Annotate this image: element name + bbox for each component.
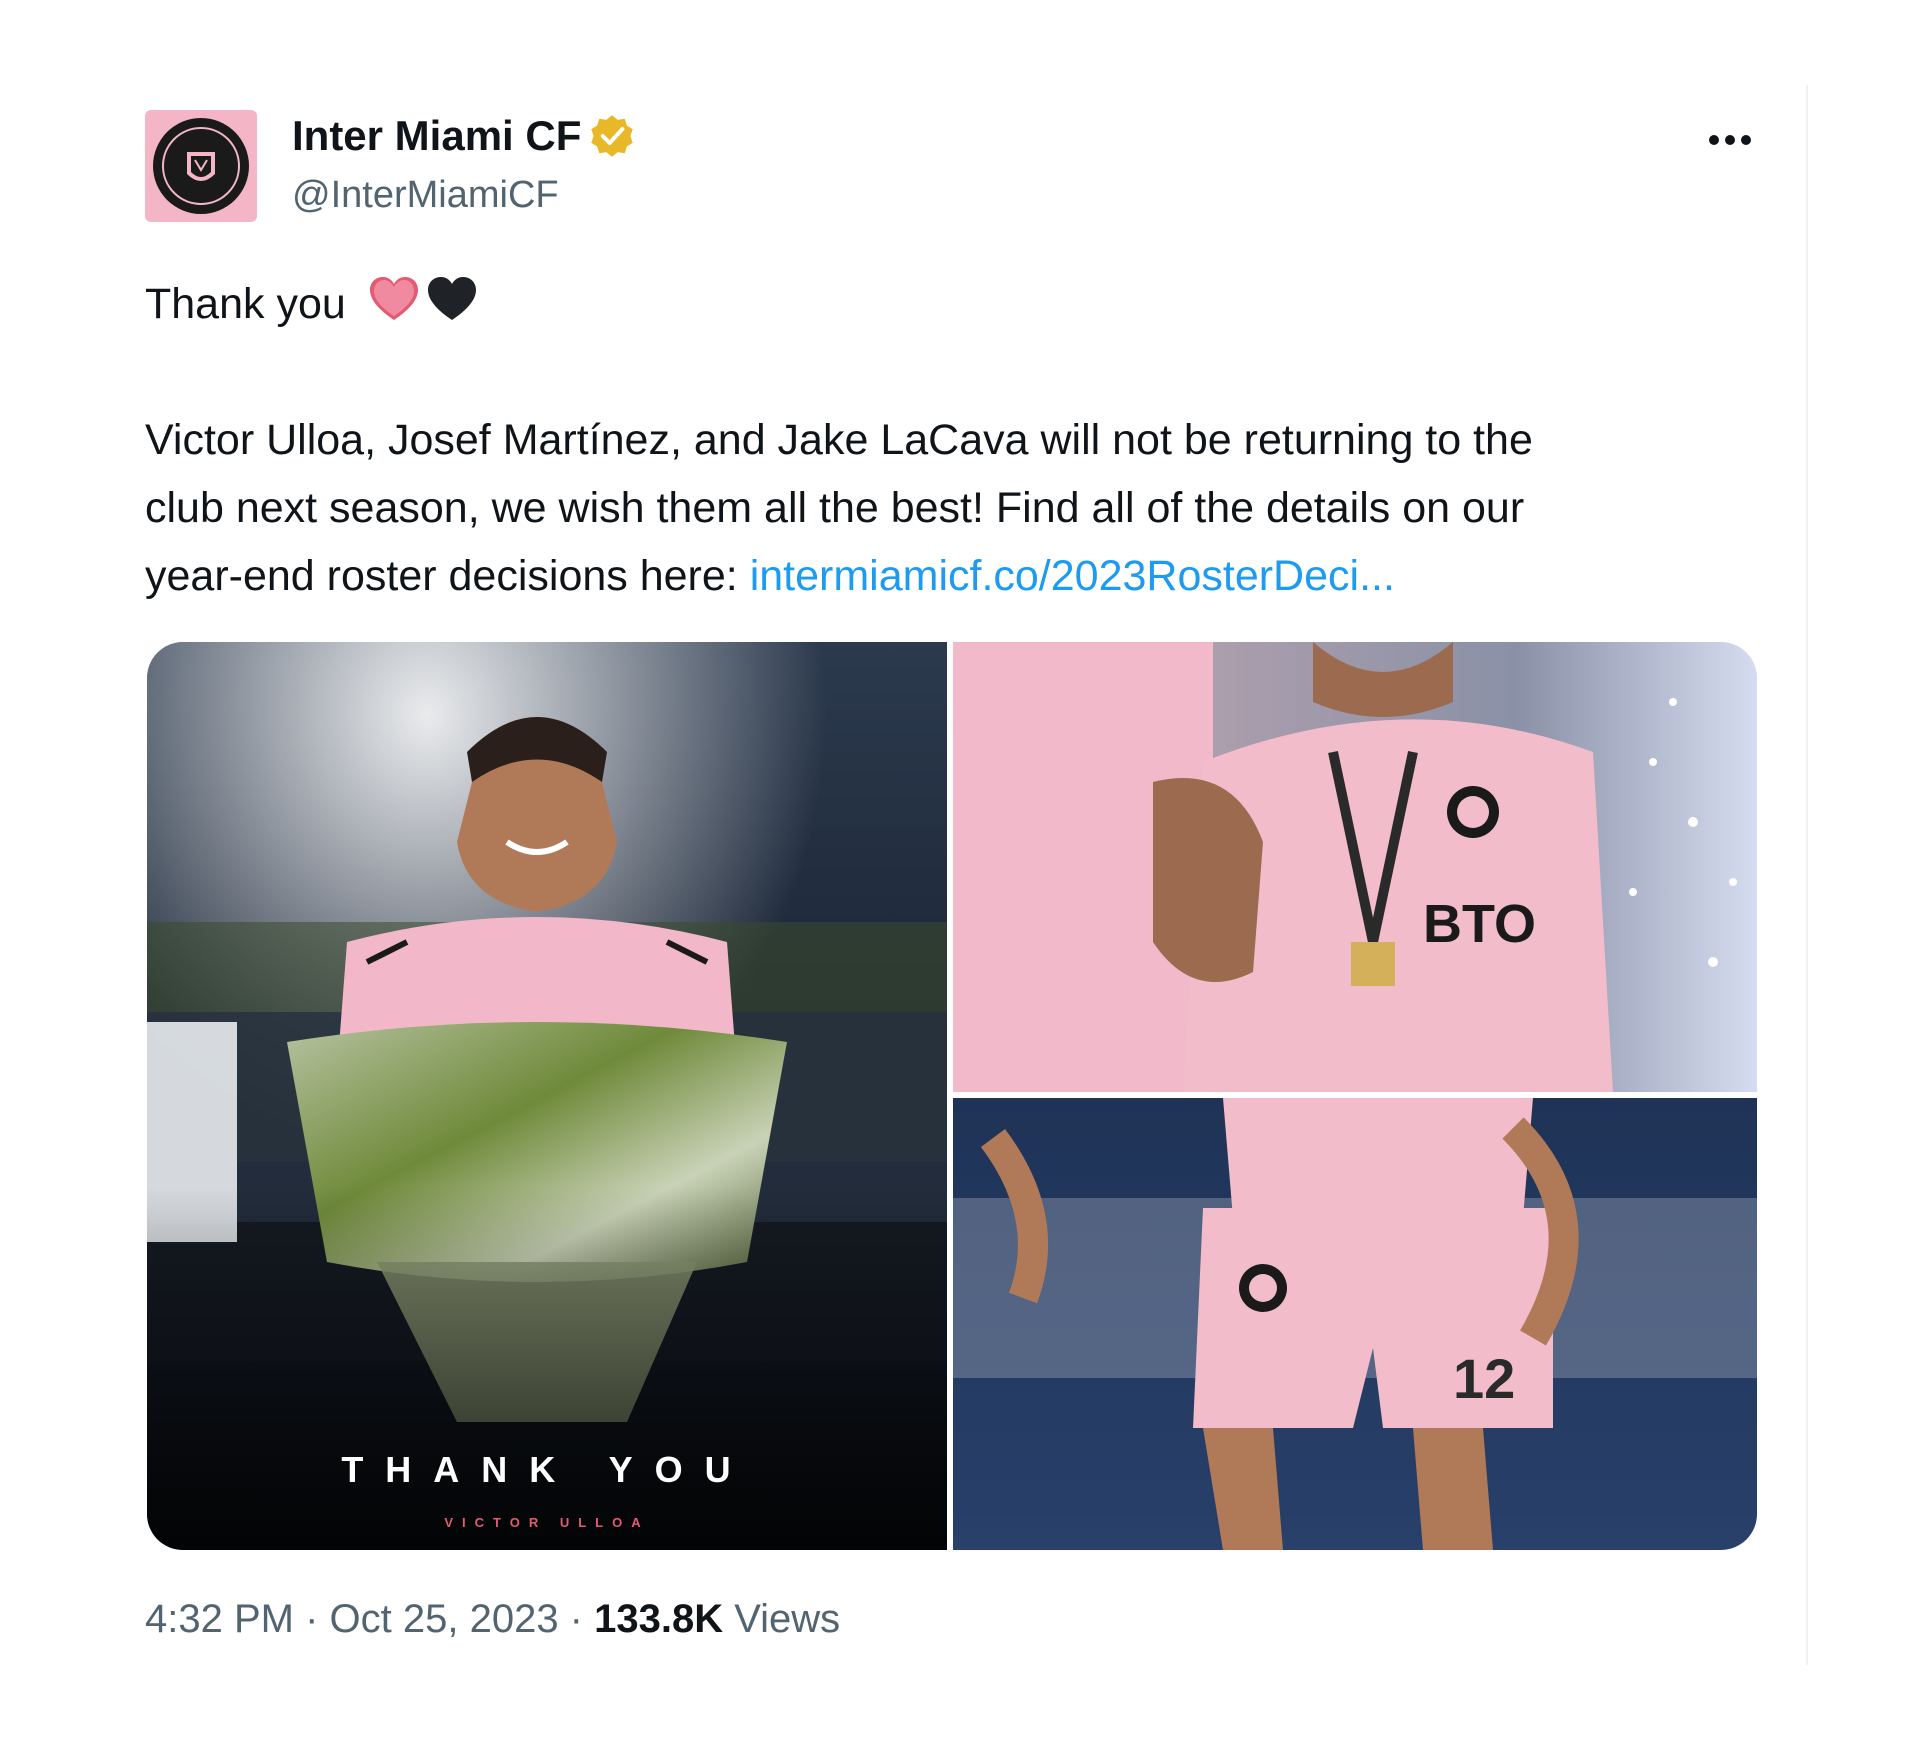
column-divider bbox=[1806, 85, 1808, 1665]
account-handle[interactable]: @InterMiamiCF bbox=[292, 174, 559, 217]
account-display-name[interactable]: Inter Miami CF bbox=[292, 112, 635, 160]
roster-decisions-link[interactable]: intermiamicf.co/2023RosterDeci... bbox=[750, 552, 1395, 600]
tweet-metadata: 4:32 PM · Oct 25, 2023 · 133.8K Views bbox=[145, 1597, 841, 1641]
tweet-body-line-3: year-end roster decisions here: intermia… bbox=[145, 552, 1395, 600]
media-photo-player-running[interactable]: 12 bbox=[953, 1098, 1757, 1550]
more-options-icon bbox=[1709, 135, 1751, 145]
tweet-body-line-1: Victor Ulloa, Josef Martínez, and Jake L… bbox=[145, 416, 1533, 464]
tweet-body-line-2: club next season, we wish them all the b… bbox=[145, 484, 1525, 532]
tweet-media-grid: THANK YOU VICTOR ULLOA BTO 12 bbox=[147, 642, 1757, 1550]
photo-player-with-trophy: THANK YOU VICTOR ULLOA bbox=[147, 642, 947, 1550]
media-photo-celebration[interactable]: BTO bbox=[953, 642, 1757, 1092]
display-name-text: Inter Miami CF bbox=[292, 112, 582, 159]
tweet-time[interactable]: 4:32 PM bbox=[145, 1597, 294, 1641]
photo-player-with-medal: BTO bbox=[953, 642, 1757, 1092]
gold-verified-badge-icon bbox=[591, 115, 634, 157]
jersey-sponsor-text: BTO bbox=[1423, 894, 1536, 954]
pink-heart-icon bbox=[369, 277, 418, 320]
more-options-button[interactable] bbox=[1700, 118, 1760, 162]
views-label: Views bbox=[723, 1597, 841, 1641]
jersey-number-text: 12 bbox=[1453, 1347, 1515, 1410]
tile-subcaption: VICTOR ULLOA bbox=[444, 1515, 649, 1530]
avatar[interactable] bbox=[145, 110, 257, 222]
black-heart-icon bbox=[427, 277, 476, 320]
tweet-date[interactable]: Oct 25, 2023 bbox=[330, 1597, 559, 1641]
tile-caption: THANK YOU bbox=[341, 1449, 752, 1490]
tweet-line-thanks: Thank you bbox=[145, 270, 1775, 338]
photo-player-number-12: 12 bbox=[953, 1098, 1757, 1550]
views-count[interactable]: 133.8K bbox=[594, 1597, 723, 1641]
tweet-text: Thank you Victor Ulloa, Josef Martínez, … bbox=[145, 270, 1775, 610]
inter-miami-crest-icon bbox=[153, 118, 249, 214]
media-photo-trophy[interactable]: THANK YOU VICTOR ULLOA bbox=[147, 642, 947, 1550]
